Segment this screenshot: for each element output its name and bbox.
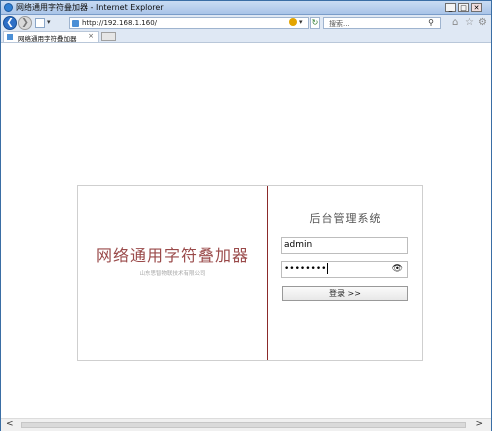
address-text[interactable]: http://192.168.1.160/ [82,19,157,27]
title-bar: 网络通用字符叠加器 - Internet Explorer _ □ ✕ [1,1,491,15]
favorites-icon[interactable]: ☆ [465,18,474,28]
window-title: 网络通用字符叠加器 - Internet Explorer [16,3,164,12]
search-field[interactable]: 搜索... ⚲ [323,17,441,29]
text-caret [327,263,329,274]
tab-close-icon[interactable]: × [88,32,94,40]
scroll-left-icon[interactable]: < [6,419,14,429]
browser-window: 网络通用字符叠加器 - Internet Explorer _ □ ✕ ❮ ❯ … [0,0,492,431]
horizontal-scrollbar[interactable]: < > [1,418,491,431]
tab-bar: 网络通用字符叠加器 × [1,31,491,43]
scrollbar-thumb[interactable] [21,422,466,428]
company-name: 山东思智物联技术有限公司 [139,271,206,277]
tab-site-icon [7,34,13,40]
dropdown-arrow-icon[interactable]: ▾ [47,18,54,28]
username-input[interactable]: admin [281,237,408,254]
search-placeholder: 搜索... [329,20,350,28]
tab-label[interactable]: 网络通用字符叠加器 [18,33,77,43]
page-icon[interactable] [35,18,45,28]
close-window-button[interactable]: ✕ [471,3,482,12]
settings-icon[interactable]: ⚙ [478,18,487,28]
back-button[interactable]: ❮ [3,16,17,30]
address-dropdown-icon[interactable]: ▾ [299,18,307,28]
refresh-button[interactable]: ↻ [310,17,320,29]
eye-icon[interactable]: 👁 [392,262,403,277]
home-icon[interactable]: ⌂ [452,18,458,28]
address-field[interactable]: http://192.168.1.160/ [69,17,309,29]
login-panel: 网络通用字符叠加器 山东思智物联技术有限公司 后台管理系统 admin ••••… [77,185,423,361]
site-icon [72,20,79,27]
forward-button[interactable]: ❯ [18,16,32,30]
product-name: 网络通用字符叠加器 [95,246,249,265]
scroll-right-icon[interactable]: > [475,419,483,429]
login-button[interactable]: 登录 >> [282,286,408,301]
minimize-button[interactable]: _ [445,3,456,12]
search-icon[interactable]: ⚲ [428,18,434,27]
system-title: 后台管理系统 [309,212,382,225]
password-input[interactable]: •••••••• 👁 [281,261,408,278]
new-tab-button[interactable] [101,32,116,41]
address-bar-row: ❮ ❯ ▾ http://192.168.1.160/ ▾ ↻ 搜索... ⚲ … [1,15,491,31]
ie-icon [4,3,13,12]
compatibility-icon[interactable] [289,18,297,26]
maximize-button[interactable]: □ [458,3,469,12]
username-value: admin [284,240,313,250]
password-value: •••••••• [284,264,327,274]
tab-active[interactable]: 网络通用字符叠加器 × [3,31,99,43]
